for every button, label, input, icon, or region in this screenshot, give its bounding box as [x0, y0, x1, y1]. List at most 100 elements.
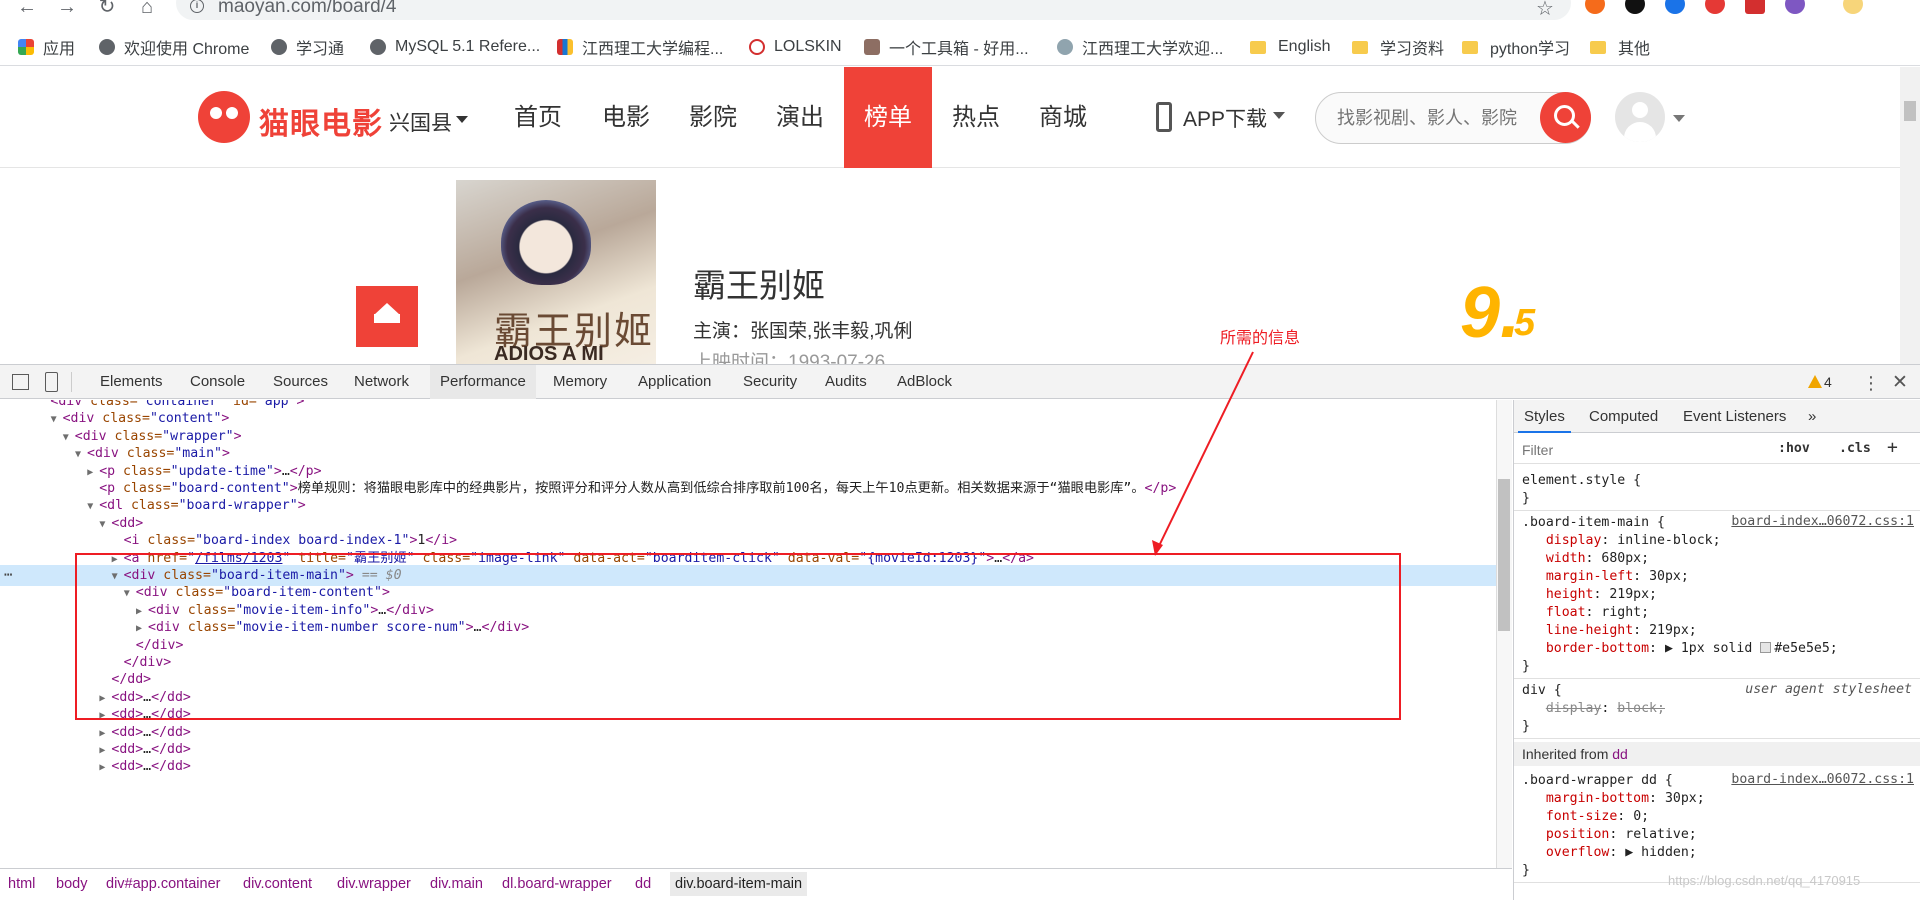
site-logo[interactable]: 猫眼电影 [259, 99, 383, 143]
css-property[interactable]: border-bottom: ▶ 1px solid #e5e5e5; [1522, 640, 1838, 658]
warning-count[interactable]: 4 [1824, 374, 1832, 390]
search-input[interactable] [1337, 105, 1547, 131]
css-property[interactable]: display: inline-block; [1522, 532, 1721, 550]
nav-shows[interactable]: 演出 [764, 67, 836, 168]
close-icon[interactable]: ✕ [1892, 371, 1908, 394]
profile-icon[interactable] [1843, 0, 1863, 14]
bookmark-apps[interactable]: 应用 [18, 35, 75, 59]
tab-adblock[interactable]: AdBlock [887, 365, 962, 399]
inspect-element-icon[interactable] [12, 374, 29, 390]
expand-toggle-icon[interactable]: ▶ [99, 757, 111, 778]
tab-security[interactable]: Security [733, 365, 807, 399]
element-style-rule[interactable]: element.style { [1522, 472, 1641, 490]
bookmark-item[interactable]: 一个工具箱 - 好用... [864, 35, 1029, 59]
breadcrumb-item[interactable]: dd [635, 876, 651, 892]
movie-title[interactable]: 霸王别姬 [693, 259, 825, 307]
bookmark-item[interactable]: 学习通 [271, 35, 344, 59]
styles-filter-input[interactable] [1522, 441, 1762, 459]
tab-network[interactable]: Network [344, 365, 419, 399]
url-text[interactable]: maoyan.com/board/4 [218, 0, 397, 18]
extension-icon[interactable] [1625, 0, 1645, 14]
search-icon[interactable] [1540, 92, 1591, 143]
more-tabs-icon[interactable]: » [1802, 400, 1822, 433]
breadcrumb-item[interactable]: div.board-item-main [670, 872, 808, 896]
dom-tree-scrollbar[interactable] [1496, 400, 1512, 868]
dom-tree-scrollbar-thumb[interactable] [1498, 479, 1510, 631]
rule-selector[interactable]: div { [1522, 682, 1562, 700]
extension-icon[interactable] [1585, 0, 1605, 14]
bookmark-folder[interactable]: 学习资料 [1352, 35, 1444, 59]
chevron-down-icon[interactable] [1273, 112, 1285, 119]
breadcrumb-item[interactable]: dl.board-wrapper [502, 876, 612, 892]
extension-icon[interactable] [1745, 0, 1765, 14]
tab-styles[interactable]: Styles [1518, 400, 1571, 433]
tab-sources[interactable]: Sources [263, 365, 338, 399]
css-property[interactable]: position: relative; [1522, 826, 1697, 844]
tab-event-listeners[interactable]: Event Listeners [1677, 400, 1792, 433]
breadcrumb-item[interactable]: html [8, 876, 35, 892]
chevron-down-icon[interactable] [1673, 115, 1685, 122]
warning-icon[interactable] [1808, 375, 1822, 388]
bookmark-folder[interactable]: English [1250, 35, 1330, 59]
css-property[interactable]: line-height: 219px; [1522, 622, 1697, 640]
add-rule-icon[interactable]: + [1887, 437, 1898, 458]
bookmark-folder[interactable]: python学习 [1462, 35, 1570, 59]
inherited-element-link[interactable]: dd [1612, 746, 1628, 762]
device-toolbar-icon[interactable] [45, 372, 58, 392]
app-download-link[interactable]: APP下载 [1183, 103, 1267, 133]
bookmark-folder[interactable]: 其他 [1590, 35, 1650, 59]
movie-poster[interactable]: 霸王别姬 ADIOS A MI [456, 180, 656, 364]
extension-icon[interactable] [1785, 0, 1805, 14]
tab-memory[interactable]: Memory [543, 365, 617, 399]
hover-state-toggle[interactable]: :hov [1778, 441, 1810, 456]
tab-application[interactable]: Application [628, 365, 721, 399]
css-property[interactable]: font-size: 0; [1522, 808, 1649, 826]
bookmark-item[interactable]: 江西理工大学欢迎... [1057, 35, 1223, 59]
nav-home[interactable]: 首页 [502, 67, 574, 168]
tab-computed[interactable]: Computed [1583, 400, 1664, 433]
css-property[interactable]: display: block; [1522, 700, 1665, 718]
rule-source-link[interactable]: board-index…06072.css:1 [1731, 514, 1914, 529]
nav-mall[interactable]: 商城 [1027, 67, 1099, 168]
breadcrumb-item[interactable]: div.main [430, 876, 483, 892]
bookmark-item[interactable]: MySQL 5.1 Refere... [370, 35, 540, 59]
nav-movies[interactable]: 电影 [590, 67, 662, 168]
css-property[interactable]: overflow: ▶ hidden; [1522, 844, 1697, 862]
reload-icon[interactable]: ↻ [94, 0, 120, 18]
tab-performance[interactable]: Performance [430, 365, 536, 399]
tab-elements[interactable]: Elements [90, 365, 173, 399]
css-property[interactable]: height: 219px; [1522, 586, 1657, 604]
bookmark-item[interactable]: 江西理工大学编程... [557, 35, 723, 59]
dom-tree[interactable]: <div class="container" id="app"> ▼ <div cl… [0, 400, 1496, 868]
tab-audits[interactable]: Audits [815, 365, 877, 399]
css-property[interactable]: float: right; [1522, 604, 1649, 622]
rule-selector[interactable]: .board-wrapper dd { [1522, 772, 1673, 790]
color-swatch[interactable] [1760, 642, 1772, 653]
nav-board[interactable]: 榜单 [844, 67, 932, 168]
breadcrumb-item[interactable]: div.content [243, 876, 312, 892]
nav-hot[interactable]: 热点 [940, 67, 1012, 168]
forward-icon[interactable]: → [54, 0, 80, 18]
css-property[interactable]: margin-left: 30px; [1522, 568, 1689, 586]
back-icon[interactable]: ← [14, 0, 40, 18]
extension-icon[interactable] [1705, 0, 1725, 14]
tab-console[interactable]: Console [180, 365, 255, 399]
maoyan-logo-icon[interactable] [198, 91, 250, 143]
breadcrumb-item[interactable]: body [56, 876, 87, 892]
rule-source-link[interactable]: board-index…06072.css:1 [1731, 772, 1914, 787]
nav-cinemas[interactable]: 影院 [677, 67, 749, 168]
chevron-down-icon[interactable] [456, 116, 468, 123]
css-property[interactable]: margin-bottom: 30px; [1522, 790, 1705, 808]
extension-icon[interactable] [1665, 0, 1685, 14]
breadcrumb-item[interactable]: div.wrapper [337, 876, 411, 892]
rule-selector[interactable]: .board-item-main { [1522, 514, 1665, 532]
class-toggle[interactable]: .cls [1839, 441, 1871, 456]
bookmark-item[interactable]: LOLSKIN [749, 35, 842, 59]
more-options-icon[interactable]: ⋮ [1862, 373, 1880, 394]
css-property[interactable]: width: 680px; [1522, 550, 1649, 568]
bookmark-item[interactable]: 欢迎使用 Chrome [99, 35, 249, 59]
home-icon[interactable]: ⌂ [134, 0, 160, 18]
city-selector[interactable]: 兴国县 [389, 107, 452, 137]
avatar[interactable] [1615, 92, 1665, 142]
dom-node[interactable]: ▶ <dd>…</dd> [0, 756, 1496, 777]
